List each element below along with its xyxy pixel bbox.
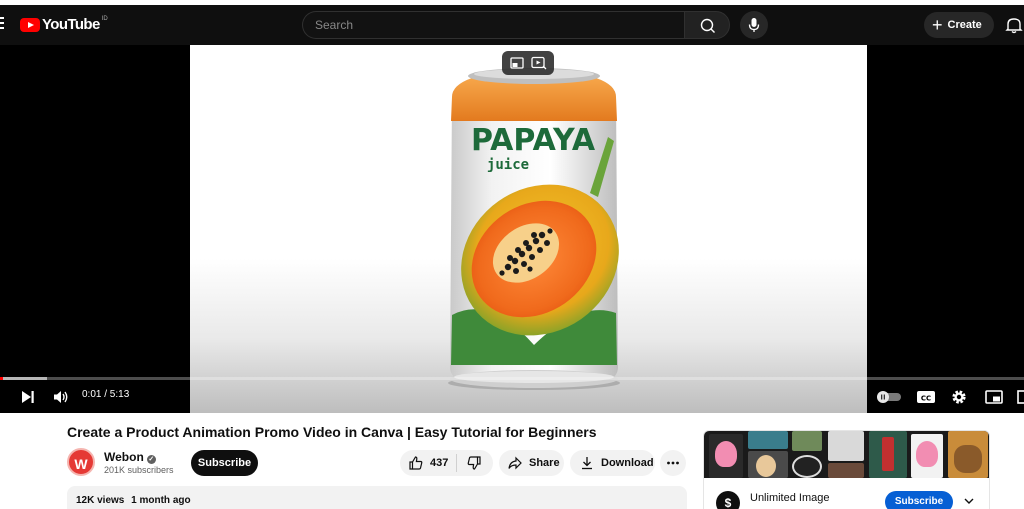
more-horizontal-icon <box>667 461 679 465</box>
video-effects-icon[interactable] <box>530 55 548 71</box>
description-box[interactable]: 12K views 1 month ago <box>67 486 687 509</box>
ad-channel-name[interactable]: Unlimited Image <box>750 492 829 504</box>
like-dislike-group: 437 <box>400 450 493 476</box>
next-video-icon[interactable] <box>20 390 36 404</box>
plus-icon: + <box>932 15 943 35</box>
miniplayer-button-icon[interactable] <box>984 389 1004 405</box>
chevron-down-icon[interactable] <box>962 494 976 508</box>
region-code: ID <box>101 16 108 22</box>
ad-banner-image[interactable] <box>704 431 989 478</box>
voice-search-button[interactable] <box>740 11 768 39</box>
time-display: 0:01 / 5:13 <box>82 389 130 400</box>
progress-bar[interactable] <box>0 377 1024 380</box>
thumbs-up-icon <box>409 456 423 470</box>
can-sub-text: juice <box>487 157 529 173</box>
captions-icon[interactable]: CC <box>916 389 936 405</box>
settings-gear-icon[interactable] <box>950 388 968 406</box>
ad-subscribe-button[interactable]: Subscribe <box>885 491 953 509</box>
download-icon <box>582 457 592 470</box>
buffer-fill <box>0 377 48 380</box>
video-frame[interactable]: PAPAYA juice <box>190 45 867 413</box>
masthead: YouTube ID Search + Create <box>0 5 1024 45</box>
video-title: Create a Product Animation Promo Video i… <box>67 424 597 440</box>
create-label: Create <box>947 19 982 31</box>
ad-card[interactable]: $ Unlimited Image Subscribe <box>703 430 990 509</box>
dislike-button[interactable] <box>457 455 482 471</box>
can-brand-text: PAPAYA <box>471 123 596 158</box>
share-label: Share <box>529 457 560 469</box>
menu-icon[interactable] <box>0 17 4 33</box>
ad-channel-logo[interactable]: $ <box>716 491 740 509</box>
create-button[interactable]: + Create <box>924 12 994 38</box>
miniplayer-icon[interactable] <box>509 55 525 71</box>
microphone-icon <box>748 18 760 32</box>
verified-badge-icon: ✓ <box>146 455 156 464</box>
channel-name[interactable]: Webon <box>104 450 144 464</box>
share-arrow-icon <box>508 456 522 470</box>
more-actions-button[interactable] <box>660 450 686 476</box>
subscriber-count: 201K subscribers <box>104 465 174 475</box>
youtube-logo[interactable]: YouTube ID <box>20 16 108 34</box>
channel-avatar[interactable]: W <box>67 448 95 476</box>
youtube-play-logo-icon <box>20 18 40 32</box>
download-label: Download <box>601 457 654 469</box>
theater-mode-icon[interactable] <box>1017 389 1024 405</box>
subscribe-button[interactable]: Subscribe <box>191 450 258 476</box>
search-button[interactable] <box>684 11 730 39</box>
view-count: 12K views <box>76 495 125 506</box>
channel-name-block[interactable]: Webon ✓ <box>104 450 156 464</box>
volume-icon[interactable] <box>52 389 70 405</box>
autoplay-toggle[interactable] <box>876 390 902 404</box>
search-icon <box>700 18 715 33</box>
notifications-bell-icon[interactable] <box>1004 15 1024 35</box>
svg-text:CC: CC <box>921 394 931 402</box>
search-input[interactable]: Search <box>302 11 684 39</box>
like-count: 437 <box>430 457 449 469</box>
progress-fill <box>0 377 4 380</box>
papaya-juice-can-image: PAPAYA juice <box>448 68 620 390</box>
like-button[interactable]: 437 <box>400 455 456 471</box>
video-overlay-controls <box>502 51 554 75</box>
logo-text: YouTube <box>42 16 100 33</box>
download-button[interactable]: Download <box>570 450 655 476</box>
thumbs-down-icon <box>467 456 481 470</box>
upload-age: 1 month ago <box>131 495 191 506</box>
share-button[interactable]: Share <box>499 450 564 476</box>
video-player[interactable]: PAPAYA juice 0:01 / 5:13 CC <box>0 45 1024 413</box>
